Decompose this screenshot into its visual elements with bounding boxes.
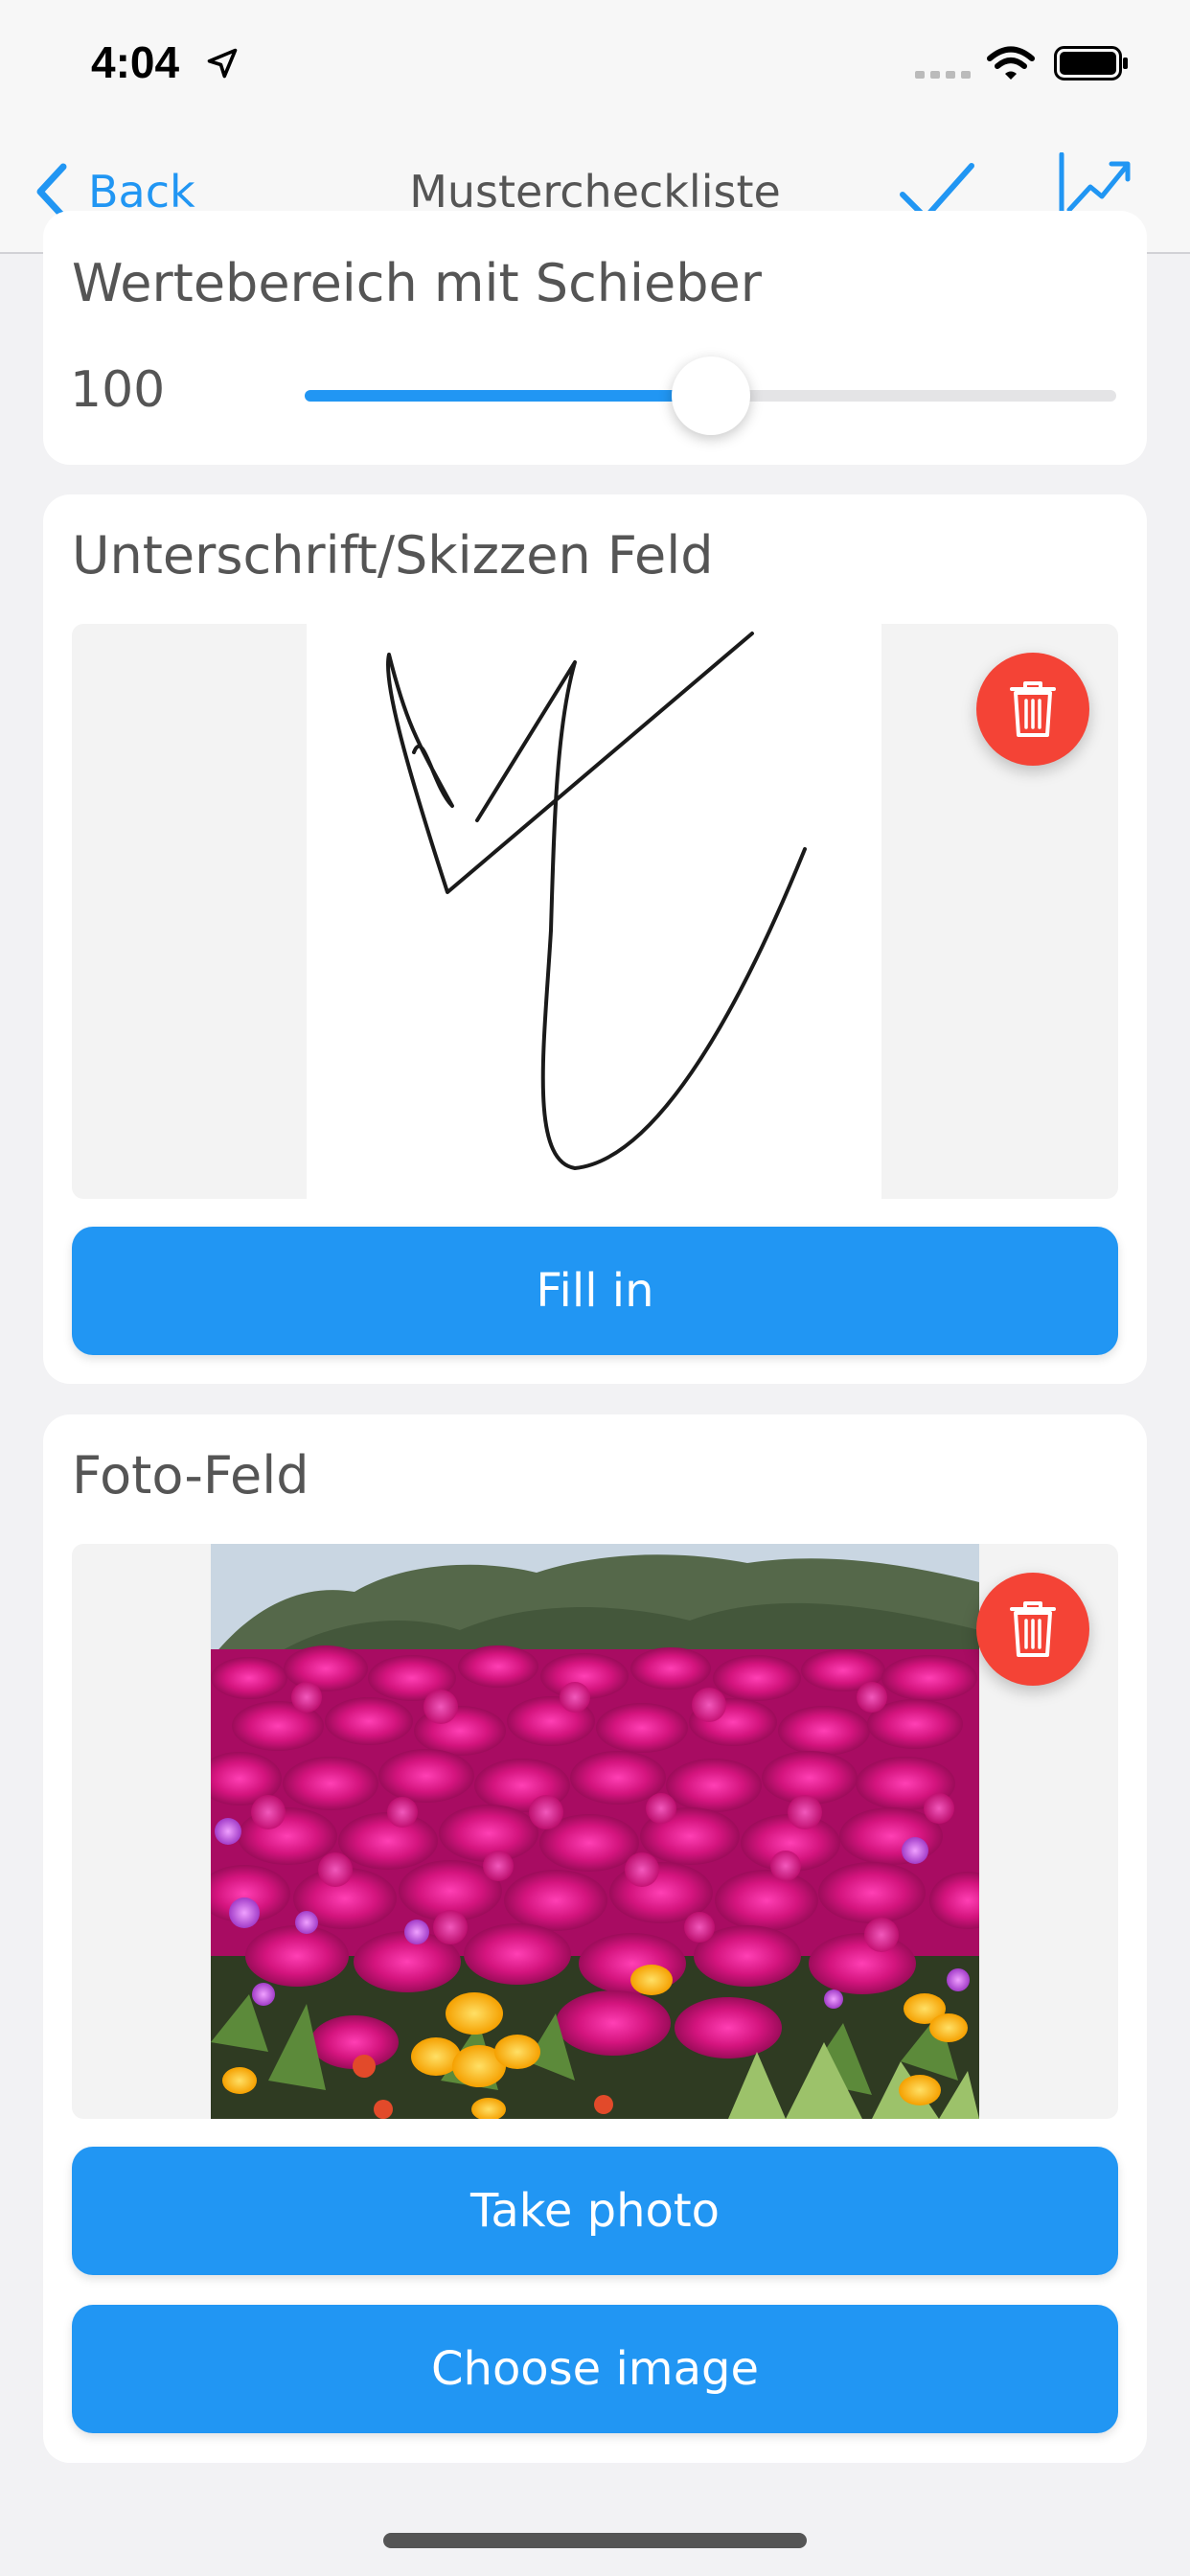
photo-card: Foto-Feld Take photo Choose image — [43, 1414, 1147, 2463]
fill-in-button[interactable]: Fill in — [72, 1227, 1118, 1355]
status-time: 4:04 — [91, 37, 180, 87]
wifi-icon — [987, 46, 1035, 80]
slider-card-title: Wertebereich mit Schieber — [72, 253, 762, 313]
choose-image-button[interactable]: Choose image — [72, 2305, 1118, 2433]
status-bar: 4:04 — [0, 0, 1190, 129]
photo-preview — [72, 1544, 1118, 2119]
trash-icon — [1010, 681, 1056, 737]
delete-photo-button[interactable] — [976, 1573, 1089, 1686]
signature-drawing — [385, 632, 807, 1170]
flower-photo — [211, 1544, 979, 2119]
back-label: Back — [88, 166, 195, 218]
photo-card-title: Foto-Feld — [72, 1445, 309, 1506]
signature-card-title: Unterschrift/Skizzen Feld — [72, 525, 714, 586]
take-photo-button[interactable]: Take photo — [72, 2147, 1118, 2275]
battery-icon — [1054, 46, 1128, 80]
slider-value: 100 — [70, 361, 166, 419]
delete-signature-button[interactable] — [976, 653, 1089, 766]
signature-preview — [72, 624, 1118, 1199]
signature-canvas — [307, 624, 881, 1199]
slider-fill — [305, 390, 711, 402]
location-arrow-icon — [207, 48, 238, 79]
cellular-signal-icon — [915, 71, 971, 79]
home-indicator[interactable] — [383, 2533, 807, 2548]
trash-icon — [1010, 1601, 1056, 1657]
slider-thumb[interactable] — [671, 356, 750, 435]
signature-card: Unterschrift/Skizzen Feld Fill in — [43, 494, 1147, 1384]
slider-card: Wertebereich mit Schieber 100 — [43, 211, 1147, 465]
